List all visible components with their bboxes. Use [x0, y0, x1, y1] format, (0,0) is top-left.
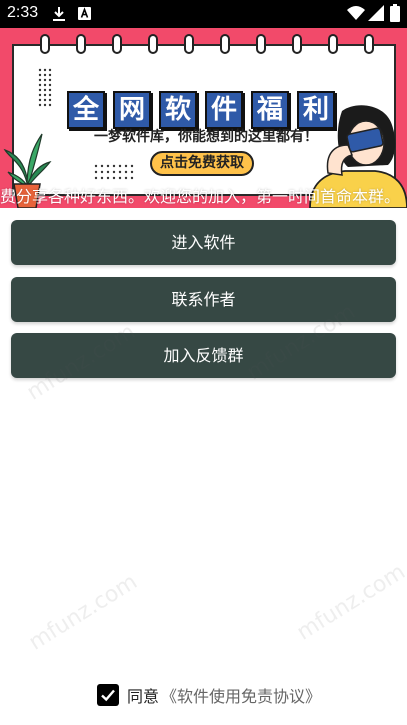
spiral-ring-icon — [184, 34, 194, 54]
spiral-ring-icon — [220, 34, 230, 54]
autofill-a-icon — [78, 7, 91, 20]
spiral-ring-icon — [256, 34, 266, 54]
spiral-ring-icon — [112, 34, 122, 54]
banner-title-char: 全 — [67, 91, 105, 129]
checkmark-icon — [101, 689, 115, 702]
signal-icon — [368, 5, 384, 21]
spiral-ring-icon — [40, 34, 50, 54]
watermark: mfunz.com — [292, 559, 407, 646]
watermark: mfunz.com — [24, 569, 142, 656]
banner-title-char: 件 — [205, 91, 243, 129]
banner-subtitle: 一梦软件库，你能想到的这里都有！ — [94, 129, 318, 145]
spiral-ring-icon — [364, 34, 374, 54]
dot-grid-decoration — [94, 164, 134, 180]
banner-title-char: 软 — [159, 91, 197, 129]
banner-title-char: 网 — [113, 91, 151, 129]
promo-banner[interactable]: 全 网 软 件 福 利 一梦软件库，你能想到的这里都有！ 点击免费获取 — [0, 28, 407, 208]
disclaimer-agreement-link[interactable]: 《软件使用免责协议》 — [161, 683, 321, 707]
dot-grid-decoration — [38, 68, 52, 107]
spiral-ring-icon — [292, 34, 302, 54]
agree-label: 同意 — [127, 687, 160, 706]
battery-icon — [390, 4, 400, 22]
status-time: 2:33 — [7, 4, 39, 21]
marquee-notice: 费分享各种好东西。欢迎您的加入，第一时间首命本群。 — [0, 187, 401, 206]
spiral-ring-icon — [148, 34, 158, 54]
enter-software-button[interactable]: 进入软件 — [11, 220, 396, 265]
free-get-button[interactable]: 点击免费获取 — [150, 151, 254, 176]
spiral-ring-icon — [328, 34, 338, 54]
spiral-ring-icon — [76, 34, 86, 54]
status-bar: 2:33 — [0, 0, 407, 28]
wifi-icon — [347, 6, 365, 20]
agree-checkbox[interactable] — [97, 684, 119, 706]
banner-title-char: 福 — [251, 91, 289, 129]
download-icon — [53, 7, 65, 21]
agreement-row[interactable]: 同意 《软件使用免责协议》 — [97, 683, 321, 707]
